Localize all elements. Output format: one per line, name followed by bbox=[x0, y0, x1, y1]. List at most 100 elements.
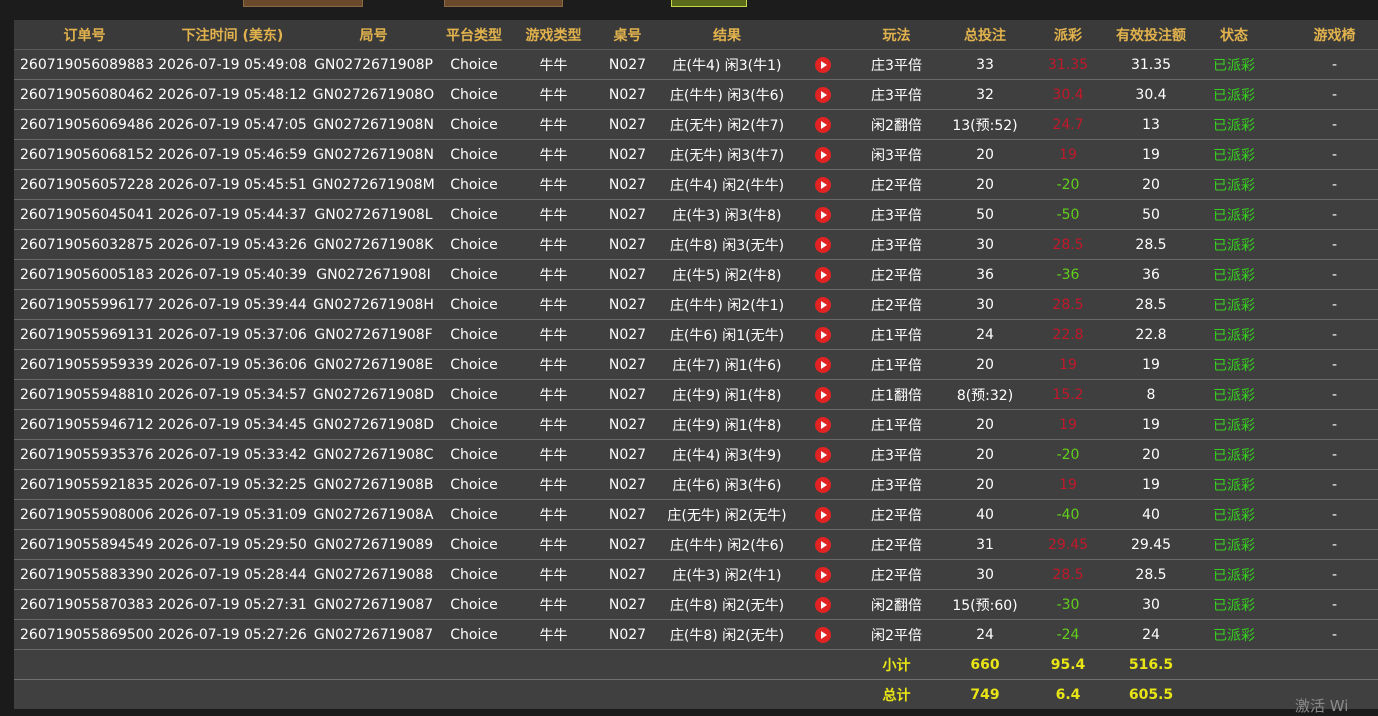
result-cell: 庄(牛6) 闲3(牛6) bbox=[659, 469, 795, 500]
play-icon[interactable] bbox=[814, 266, 831, 283]
table-row: 260719056089883 2026-07-19 05:49:08 GN0272… bbox=[14, 49, 1378, 80]
table-no-cell: N027 bbox=[596, 619, 659, 650]
play-icon[interactable] bbox=[814, 116, 831, 133]
order-id-cell: 260719055946712 bbox=[14, 409, 155, 440]
bet-time-cell: 2026-07-19 05:45:51 bbox=[155, 169, 310, 200]
payout-cell: 15.2 bbox=[1027, 379, 1109, 410]
result-cell: 庄(牛8) 闲3(无牛) bbox=[659, 229, 795, 260]
play-icon[interactable] bbox=[814, 176, 831, 193]
total-bet-cell: 40 bbox=[943, 499, 1027, 530]
status-cell: 已派彩 bbox=[1193, 559, 1275, 590]
valid-bet-cell: 36 bbox=[1109, 259, 1193, 290]
game-extra-cell: - bbox=[1275, 289, 1378, 320]
table-no-cell: N027 bbox=[596, 349, 659, 380]
toolbar-button-active[interactable] bbox=[671, 0, 747, 7]
platform-cell: Choice bbox=[437, 529, 511, 560]
subtotal-empty bbox=[1193, 649, 1378, 680]
order-id-cell: 260719055908006 bbox=[14, 499, 155, 530]
table-row: 260719056032875 2026-07-19 05:43:26 GN0272… bbox=[14, 229, 1378, 260]
play-icon[interactable] bbox=[814, 146, 831, 163]
status-cell: 已派彩 bbox=[1193, 589, 1275, 620]
order-id-cell: 260719056089883 bbox=[14, 49, 155, 80]
play-icon[interactable] bbox=[814, 236, 831, 253]
col-header-bet-time: 下注时间 (美东) bbox=[155, 20, 310, 50]
table-row: 260719055935376 2026-07-19 05:33:42 GN0272… bbox=[14, 439, 1378, 470]
status-cell: 已派彩 bbox=[1193, 379, 1275, 410]
bet-time-cell: 2026-07-19 05:27:31 bbox=[155, 589, 310, 620]
payout-cell: 30.4 bbox=[1027, 79, 1109, 110]
table-row: 260719055946712 2026-07-19 05:34:45 GN0272… bbox=[14, 409, 1378, 440]
play-icon[interactable] bbox=[814, 386, 831, 403]
game-type-cell: 牛牛 bbox=[511, 289, 596, 320]
table-no-cell: N027 bbox=[596, 319, 659, 350]
play-icon[interactable] bbox=[814, 506, 831, 523]
game-type-cell: 牛牛 bbox=[511, 259, 596, 290]
game-extra-cell: - bbox=[1275, 559, 1378, 590]
payout-cell: 19 bbox=[1027, 349, 1109, 380]
col-header-game-type: 游戏类型 bbox=[511, 20, 596, 50]
play-icon[interactable] bbox=[814, 626, 831, 643]
play-icon[interactable] bbox=[814, 296, 831, 313]
platform-cell: Choice bbox=[437, 289, 511, 320]
play-icon[interactable] bbox=[814, 356, 831, 373]
valid-bet-cell: 19 bbox=[1109, 139, 1193, 170]
bet-time-cell: 2026-07-19 05:34:45 bbox=[155, 409, 310, 440]
col-header-result: 结果 bbox=[659, 20, 795, 50]
table-row: 260719056068152 2026-07-19 05:46:59 GN0272… bbox=[14, 139, 1378, 170]
play-icon[interactable] bbox=[814, 56, 831, 73]
round-id-cell: GN0272671908F bbox=[310, 319, 437, 350]
round-id-cell: GN0272671908L bbox=[310, 199, 437, 230]
game-type-cell: 牛牛 bbox=[511, 499, 596, 530]
platform-cell: Choice bbox=[437, 169, 511, 200]
valid-bet-cell: 22.8 bbox=[1109, 319, 1193, 350]
subtotal-label: 小计 bbox=[850, 649, 943, 680]
play-icon[interactable] bbox=[814, 416, 831, 433]
result-cell: 庄(牛4) 闲3(牛9) bbox=[659, 439, 795, 470]
status-cell: 已派彩 bbox=[1193, 319, 1275, 350]
status-cell: 已派彩 bbox=[1193, 139, 1275, 170]
table-no-cell: N027 bbox=[596, 439, 659, 470]
round-id-cell: GN0272671908D bbox=[310, 379, 437, 410]
order-id-cell: 260719055996177 bbox=[14, 289, 155, 320]
status-cell: 已派彩 bbox=[1193, 439, 1275, 470]
valid-bet-cell: 19 bbox=[1109, 349, 1193, 380]
table-row: 260719055883390 2026-07-19 05:28:44 GN0272… bbox=[14, 559, 1378, 590]
valid-bet-cell: 29.45 bbox=[1109, 529, 1193, 560]
bet-time-cell: 2026-07-19 05:31:09 bbox=[155, 499, 310, 530]
game-extra-cell: - bbox=[1275, 139, 1378, 170]
payout-cell: -40 bbox=[1027, 499, 1109, 530]
total-bet-cell: 24 bbox=[943, 619, 1027, 650]
order-id-cell: 260719055870383 bbox=[14, 589, 155, 620]
play-cell: 闲2翻倍 bbox=[850, 589, 943, 620]
play-icon[interactable] bbox=[814, 596, 831, 613]
total-payout: 6.4 bbox=[1027, 679, 1109, 709]
toolbar-button-1[interactable] bbox=[243, 0, 363, 7]
table-no-cell: N027 bbox=[596, 559, 659, 590]
subtotal-spacer bbox=[14, 649, 850, 680]
valid-bet-cell: 31.35 bbox=[1109, 49, 1193, 80]
play-icon[interactable] bbox=[814, 566, 831, 583]
table-row: 260719056045041 2026-07-19 05:44:37 GN0272… bbox=[14, 199, 1378, 230]
play-cell: 庄1平倍 bbox=[850, 319, 943, 350]
play-icon[interactable] bbox=[814, 86, 831, 103]
toolbar-button-2[interactable] bbox=[444, 0, 563, 7]
round-id-cell: GN02726719088 bbox=[310, 559, 437, 590]
play-icon[interactable] bbox=[814, 206, 831, 223]
valid-bet-cell: 28.5 bbox=[1109, 229, 1193, 260]
play-cell: 闲2翻倍 bbox=[850, 109, 943, 140]
game-extra-cell: - bbox=[1275, 589, 1378, 620]
play-cell: 庄1翻倍 bbox=[850, 379, 943, 410]
table-no-cell: N027 bbox=[596, 289, 659, 320]
play-icon[interactable] bbox=[814, 536, 831, 553]
video-cell bbox=[795, 139, 850, 170]
payout-cell: 28.5 bbox=[1027, 559, 1109, 590]
result-cell: 庄(牛9) 闲1(牛8) bbox=[659, 379, 795, 410]
play-icon[interactable] bbox=[814, 326, 831, 343]
play-icon[interactable] bbox=[814, 476, 831, 493]
game-extra-cell: - bbox=[1275, 619, 1378, 650]
total-bet-cell: 30 bbox=[943, 559, 1027, 590]
play-icon[interactable] bbox=[814, 446, 831, 463]
round-id-cell: GN0272671908N bbox=[310, 109, 437, 140]
total-bet-cell: 20 bbox=[943, 409, 1027, 440]
game-extra-cell: - bbox=[1275, 529, 1378, 560]
